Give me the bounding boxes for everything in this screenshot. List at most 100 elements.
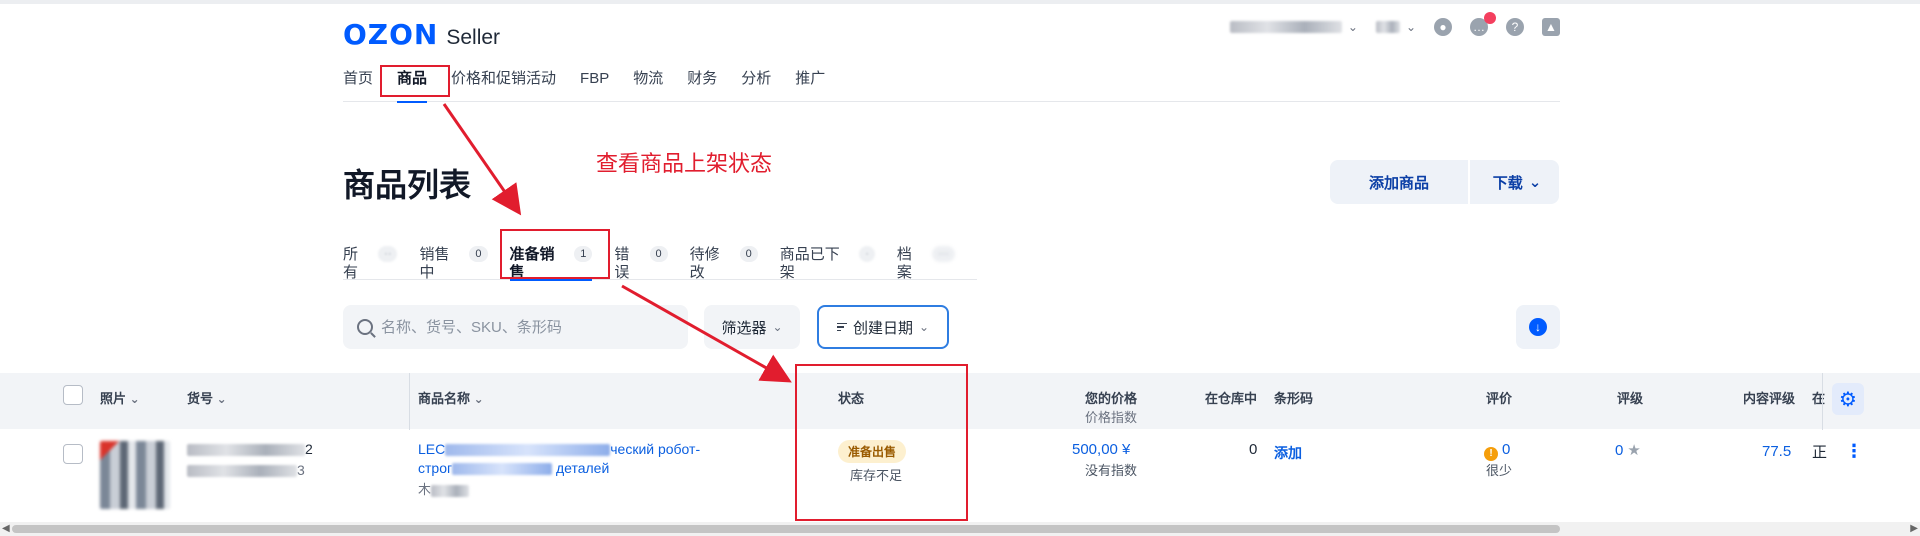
account-switcher[interactable]: ⌄	[1229, 20, 1358, 34]
header-photo[interactable]: 照片 ⌄	[100, 388, 140, 407]
tab-count: 0	[649, 246, 668, 262]
tab-label: 销售中	[419, 246, 450, 281]
header-stock: 在仓库中	[1205, 391, 1258, 406]
nav-home[interactable]: 首页	[343, 70, 385, 102]
sort-icon	[836, 322, 847, 332]
price-index-value: 没有指数	[1085, 463, 1138, 478]
stock-value: 0	[1249, 441, 1258, 458]
tab-count: 0	[739, 246, 758, 262]
tab-all[interactable]: 所有 ··	[343, 246, 398, 281]
tab-count: ·	[859, 246, 875, 262]
header-price-index: 价格指数	[1085, 410, 1138, 425]
annotation-box-ready-tab	[500, 229, 610, 279]
horizontal-scrollbar[interactable]: ◀ ▶	[0, 522, 1920, 536]
tab-label: 待修改	[689, 246, 720, 281]
help-icon[interactable]: ?	[1506, 18, 1524, 36]
browser-top-border	[0, 0, 1920, 4]
tab-needs-edit[interactable]: 待修改 0	[689, 246, 758, 281]
sku-cell: 2	[187, 441, 313, 457]
tab-label: 错误	[614, 246, 630, 281]
sort-button[interactable]: 创建日期 ⌄	[817, 305, 949, 349]
nav-logistics[interactable]: 物流	[621, 70, 675, 102]
sku-secondary-cell: 3	[187, 462, 305, 478]
chevron-down-icon: ⌄	[918, 320, 930, 334]
sort-label: 创建日期	[852, 319, 913, 337]
tab-delisted[interactable]: 商品已下架 ·	[780, 246, 875, 281]
reviews-cell[interactable]: ! 0	[1484, 441, 1510, 461]
star-icon: ★	[1627, 442, 1641, 459]
row-checkbox[interactable]	[63, 444, 83, 464]
logo-brand: OZON	[343, 18, 439, 51]
tab-count: 0	[469, 246, 488, 262]
status-tabs: 所有 ·· 销售中 0 准备销售 1 错误 0 待修改 0 商品已下架 · 档案…	[343, 246, 977, 281]
scroll-right-icon[interactable]: ▶	[1910, 523, 1918, 534]
header-content-rating: 内容评级	[1743, 391, 1796, 406]
header-price: 您的价格	[1085, 391, 1138, 406]
education-icon[interactable]: ▲	[1542, 18, 1560, 36]
ozon-seller-logo[interactable]: OZON Seller	[343, 18, 500, 51]
gear-icon[interactable]: ⚙	[1832, 383, 1864, 415]
export-button[interactable]: ↓	[1516, 305, 1560, 349]
annotation-text: 查看商品上架状态	[596, 151, 773, 176]
name-blurred	[445, 444, 611, 457]
main-nav: 首页 商品 价格和促销活动 FBP 物流 财务 分析 推广	[343, 70, 1560, 103]
sku-blurred	[187, 444, 305, 457]
search-box	[343, 305, 688, 349]
header-sku[interactable]: 货号 ⌄	[187, 388, 227, 407]
content-rating-value[interactable]: 77.5	[1762, 443, 1791, 460]
header-barcode: 条形码	[1274, 391, 1314, 406]
tab-count: ···	[932, 246, 955, 262]
chat-icon[interactable]: …	[1470, 12, 1496, 36]
sku-suffix: 2	[305, 441, 313, 457]
rating-cell[interactable]: 0 ★	[1615, 441, 1641, 459]
page-title: 商品列表	[343, 167, 472, 203]
account-name-blurred	[1229, 21, 1342, 33]
sku-secondary-suffix: 3	[297, 462, 305, 478]
tab-count: ··	[378, 246, 398, 262]
product-name-link[interactable]: LEC ческий робот-	[418, 441, 700, 457]
tab-label: 档案	[896, 246, 912, 281]
name-blurred	[452, 463, 553, 476]
warning-icon: !	[1484, 447, 1498, 461]
price-value[interactable]: 500,00 ¥	[1072, 441, 1130, 458]
reviews-label: 很少	[1486, 463, 1513, 478]
scrollbar-thumb[interactable]	[12, 525, 1560, 533]
download-icon: ↓	[1529, 318, 1547, 336]
user-icon[interactable]: ●	[1434, 18, 1452, 36]
extra-cell: 正	[1812, 444, 1828, 461]
notification-badge	[1484, 12, 1496, 24]
tab-on-sale[interactable]: 销售中 0	[419, 246, 488, 281]
nav-promotion[interactable]: 推广	[783, 70, 837, 102]
nav-fbp[interactable]: FBP	[568, 70, 621, 102]
filters-button[interactable]: 筛选器 ⌄	[704, 305, 800, 349]
chevron-down-icon: ⌄	[1528, 174, 1542, 191]
header-rating: 评级	[1617, 391, 1644, 406]
nav-finance[interactable]: 财务	[675, 70, 729, 102]
add-product-button[interactable]: 添加商品	[1330, 160, 1468, 204]
more-icon[interactable]: ⋮	[1845, 441, 1863, 462]
chevron-down-icon: ⌄	[1405, 20, 1416, 34]
download-button[interactable]: 下载 ⌄	[1475, 160, 1559, 204]
company-switcher[interactable]: ⌄	[1375, 20, 1416, 34]
product-name-link-line2[interactable]: строг деталей	[418, 460, 609, 476]
chevron-down-icon: ⌄	[1347, 20, 1358, 34]
nav-analytics[interactable]: 分析	[729, 70, 783, 102]
scroll-left-icon[interactable]: ◀	[2, 523, 10, 534]
filters-label: 筛选器	[721, 319, 767, 337]
product-thumbnail[interactable]	[100, 441, 170, 509]
select-all-checkbox[interactable]	[63, 385, 83, 405]
tab-archive[interactable]: 档案 ···	[896, 246, 955, 281]
tab-label: 所有	[343, 246, 359, 281]
chevron-down-icon: ⌄	[772, 320, 783, 334]
header-reviews: 评价	[1486, 391, 1513, 406]
add-barcode-link[interactable]: 添加	[1274, 443, 1302, 463]
header-actions: ⌄ ⌄ ● … ? ▲	[1229, 12, 1560, 36]
tab-errors[interactable]: 错误 0	[614, 246, 668, 281]
brand-blurred	[431, 484, 470, 497]
annotation-box-products-nav	[380, 65, 450, 97]
logo-product: Seller	[446, 26, 501, 49]
header-name[interactable]: 商品名称 ⌄	[418, 388, 484, 407]
search-input[interactable]	[381, 318, 671, 336]
nav-pricing[interactable]: 价格和促销活动	[439, 70, 568, 102]
header-extra: 在	[1812, 391, 1826, 406]
